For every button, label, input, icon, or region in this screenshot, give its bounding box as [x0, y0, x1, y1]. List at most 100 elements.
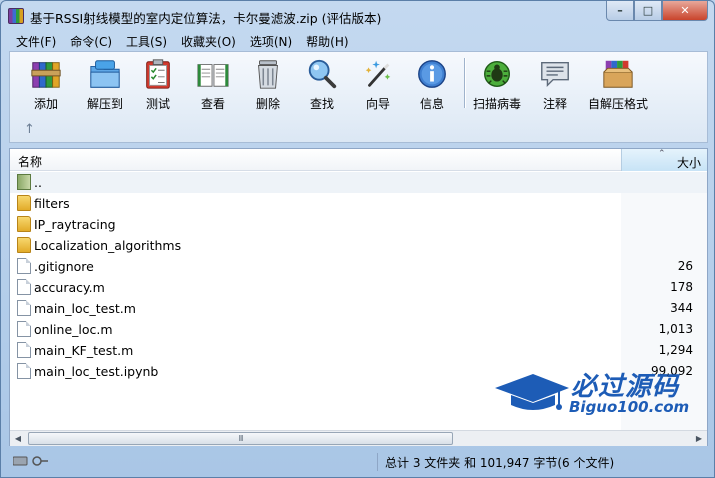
test-label: 测试 — [145, 97, 170, 111]
comment-label: 注释 — [542, 97, 567, 111]
file-name: main_loc_test.m — [34, 301, 136, 316]
file-size: 1,294 — [658, 343, 693, 357]
delete-label: 删除 — [255, 97, 280, 111]
file-rows: .. filters IP_raytracing Localization_al… — [10, 172, 707, 382]
virus-scan-icon — [484, 61, 510, 87]
window-controls: – □ ✕ — [606, 1, 708, 21]
file-name: accuracy.m — [34, 280, 105, 295]
add-button[interactable]: 添加 — [18, 56, 74, 112]
graduation-cap-icon — [495, 374, 569, 410]
extract-to-label: 解压到 — [86, 97, 123, 111]
winrar-app-icon[interactable] — [8, 8, 24, 24]
status-summary: 总计 3 文件夹 和 101,947 字节(6 个文件) — [385, 456, 615, 470]
extract-to-button[interactable]: 解压到 — [77, 56, 133, 112]
menu-options[interactable]: 选项(N) — [243, 31, 299, 51]
status-bar: 总计 3 文件夹 和 101,947 字节(6 个文件) — [9, 451, 708, 473]
toolbar-separator — [464, 58, 465, 108]
scroll-left-button[interactable]: ◀ — [10, 431, 26, 446]
list-item[interactable]: main_loc_test.m 344 — [10, 298, 707, 319]
file-name: main_KF_test.m — [34, 343, 134, 358]
file-name: online_loc.m — [34, 322, 113, 337]
watermark-en: Biguo100.com — [569, 398, 690, 416]
extract-folder-icon — [90, 60, 120, 88]
magnifier-icon — [308, 59, 337, 89]
scan-virus-label: 扫描病毒 — [472, 97, 521, 111]
file-size: 178 — [670, 280, 693, 294]
sort-ascending-icon: ⌃ — [658, 149, 666, 159]
column-size-header[interactable]: ⌃ 大小 — [621, 149, 707, 171]
file-icon — [17, 321, 31, 337]
list-item[interactable]: filters — [10, 193, 707, 214]
wizard-label: 向导 — [365, 97, 390, 111]
horizontal-scrollbar[interactable]: ◀ III ▶ — [10, 430, 707, 446]
title-bar[interactable]: 基于RSSI射线模型的室内定位算法，卡尔曼滤波.zip (评估版本) – □ ✕ — [1, 1, 714, 31]
add-label: 添加 — [33, 97, 58, 111]
delete-button[interactable]: 删除 — [240, 56, 296, 112]
test-button[interactable]: 测试 — [130, 56, 186, 112]
find-button[interactable]: 查找 — [294, 56, 350, 112]
folder-icon — [17, 237, 31, 253]
scroll-right-button[interactable]: ▶ — [691, 431, 707, 446]
list-item[interactable]: accuracy.m 178 — [10, 277, 707, 298]
info-button[interactable]: 信息 — [404, 56, 460, 112]
status-separator — [377, 453, 378, 471]
comment-button[interactable]: 注释 — [527, 56, 583, 112]
folder-icon — [17, 216, 31, 232]
drive-key-icon[interactable] — [13, 456, 49, 466]
file-size: 26 — [677, 259, 693, 273]
file-name: .gitignore — [34, 259, 94, 274]
file-icon — [17, 363, 31, 379]
toolbar: 添加 解压到 测试 查看 删除 查找 向导 信息 扫描病毒 注释 自解压格式 ↑ — [9, 51, 708, 143]
test-clipboard-icon — [146, 59, 170, 89]
maximize-button[interactable]: □ — [634, 1, 662, 21]
sfx-button[interactable]: 自解压格式 — [588, 56, 648, 112]
list-item[interactable]: IP_raytracing — [10, 214, 707, 235]
parent-folder-icon — [17, 174, 31, 190]
file-name: IP_raytracing — [34, 217, 116, 232]
add-archive-icon — [31, 62, 61, 88]
view-book-icon — [197, 64, 229, 87]
minimize-button[interactable]: – — [606, 1, 634, 21]
file-icon — [17, 342, 31, 358]
comment-icon — [541, 61, 569, 88]
list-item[interactable]: .. — [10, 172, 707, 193]
menu-help[interactable]: 帮助(H) — [299, 31, 355, 51]
up-folder-button[interactable]: ↑ — [24, 122, 35, 137]
list-item[interactable]: online_loc.m 1,013 — [10, 319, 707, 340]
scan-virus-button[interactable]: 扫描病毒 — [469, 56, 525, 112]
window-title: 基于RSSI射线模型的室内定位算法，卡尔曼滤波.zip (评估版本) — [30, 11, 382, 26]
file-size: 344 — [670, 301, 693, 315]
menu-tools[interactable]: 工具(S) — [119, 31, 174, 51]
sfx-box-icon — [603, 60, 633, 88]
list-item[interactable]: .gitignore 26 — [10, 256, 707, 277]
close-button[interactable]: ✕ — [662, 1, 708, 21]
file-size: 1,013 — [658, 322, 693, 336]
find-label: 查找 — [309, 97, 334, 111]
file-icon — [17, 279, 31, 295]
view-label: 查看 — [200, 97, 225, 111]
file-name: Localization_algorithms — [34, 238, 182, 253]
column-name[interactable]: 名称 — [18, 153, 42, 170]
list-item[interactable]: main_KF_test.m 1,294 — [10, 340, 707, 361]
file-icon — [17, 258, 31, 274]
sfx-label: 自解压格式 — [588, 97, 649, 111]
trash-icon — [258, 60, 278, 89]
menu-bar: 文件(F) 命令(C) 工具(S) 收藏夹(O) 选项(N) 帮助(H) — [9, 31, 356, 51]
watermark: 必过源码 Biguo100.com — [493, 366, 693, 424]
file-icon — [17, 300, 31, 316]
list-header: 名称 ⌃ 大小 — [10, 149, 707, 171]
folder-icon — [17, 195, 31, 211]
menu-commands[interactable]: 命令(C) — [63, 31, 119, 51]
view-button[interactable]: 查看 — [185, 56, 241, 112]
list-item[interactable]: Localization_algorithms — [10, 235, 707, 256]
wizard-button[interactable]: 向导 — [350, 56, 406, 112]
info-label: 信息 — [419, 97, 444, 111]
scroll-thumb[interactable]: III — [28, 432, 453, 445]
wizard-wand-icon — [365, 60, 391, 87]
app-window: 基于RSSI射线模型的室内定位算法，卡尔曼滤波.zip (评估版本) – □ ✕… — [0, 0, 715, 478]
menu-file[interactable]: 文件(F) — [9, 31, 63, 51]
column-size: 大小 — [676, 156, 701, 170]
file-name: filters — [34, 196, 70, 211]
menu-favorites[interactable]: 收藏夹(O) — [174, 31, 243, 51]
file-name: .. — [34, 175, 42, 190]
